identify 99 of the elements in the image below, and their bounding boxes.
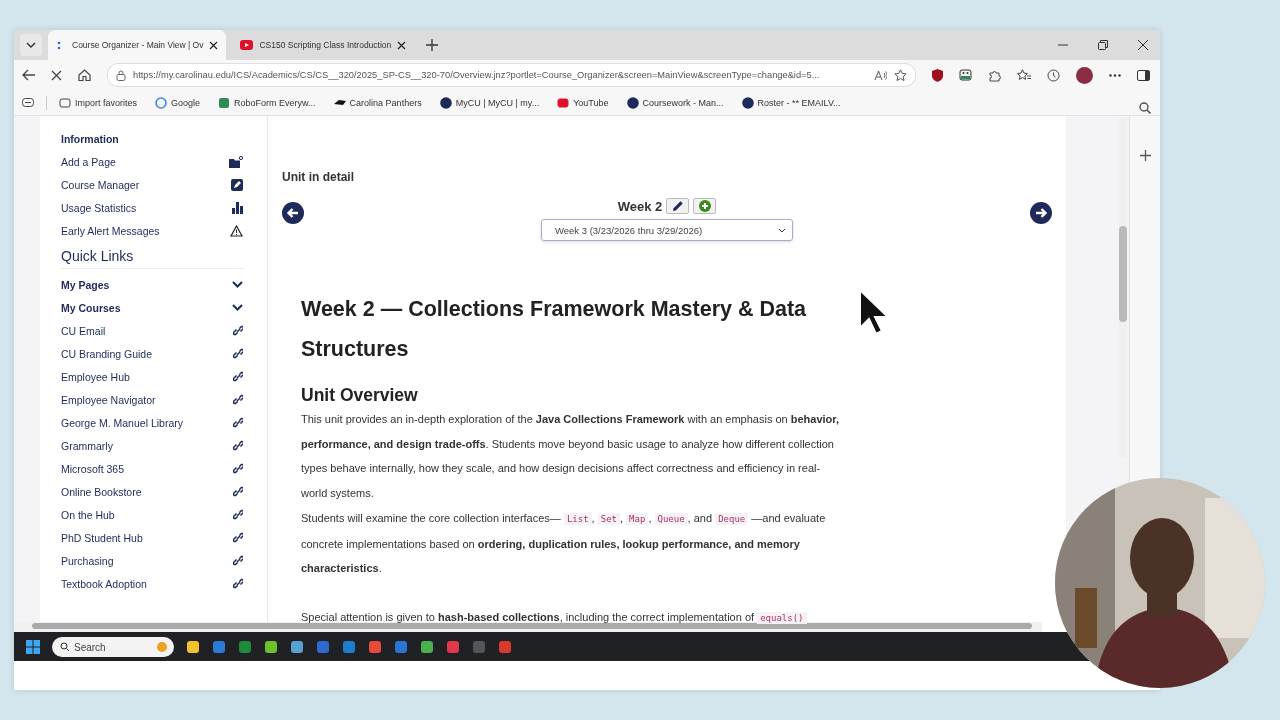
paragraph: Special attention is given to hash-based collections, including the correct implementation of equals() (301, 604, 846, 631)
edit-button[interactable] (666, 198, 690, 214)
pencil-icon (671, 200, 684, 212)
read-aloud-icon[interactable] (874, 69, 887, 81)
close-icon[interactable] (1138, 40, 1148, 50)
link-icon (233, 394, 243, 405)
quick-links-title: Quick Links (61, 248, 245, 269)
section-title: Unit in detail (282, 170, 355, 184)
close-icon[interactable] (209, 40, 219, 50)
app-icon[interactable] (186, 639, 200, 654)
bookmark-link[interactable]: Coursework - Man... (626, 96, 724, 109)
bookmark-link[interactable]: Google (155, 96, 201, 109)
sidebar-toggle-icon[interactable] (1137, 69, 1150, 81)
sidebar-link[interactable]: On the Hub (61, 508, 115, 521)
close-icon[interactable] (397, 40, 407, 50)
link-icon (233, 348, 243, 359)
browser-tab[interactable]: Course Organizer - Main View | Ov (48, 30, 227, 60)
sidebar-link[interactable]: CU Branding Guide (61, 347, 153, 360)
history-icon[interactable] (1047, 68, 1060, 82)
plus-circle-icon (698, 200, 711, 212)
tab-title: CS150 Scripting Class Introduction (259, 40, 392, 50)
edit-icon (231, 178, 243, 191)
paragraph: Students will examine the core collection interfaces— List , Set , Map , Queue , and Deque —and evaluate concrete implementations based on ordering, duplication rules, lookup performance, and memory characteristics. (301, 510, 827, 577)
browser-tab[interactable]: CS150 Scripting Class Introduction (232, 30, 415, 60)
unit-heading: Week 2 — Collections Framework Mastery & Data Structures (301, 296, 808, 363)
plus-icon[interactable] (1139, 150, 1151, 161)
sidebar-group[interactable]: My Pages (61, 278, 110, 291)
search-icon[interactable] (1139, 102, 1151, 114)
sidebar-link[interactable]: Usage Statistics (61, 201, 137, 214)
bookmark-link[interactable]: Carolina Panthers (333, 96, 422, 109)
unit-subheading: Unit Overview (301, 384, 419, 407)
sidebar-link[interactable]: PhD Student Hub (61, 531, 143, 544)
bookmark-link[interactable]: MyCU | MyCU | my... (439, 96, 540, 109)
favorites-icon[interactable] (1017, 69, 1031, 81)
bookmark-link[interactable]: Roster - ** EMAILV... (741, 96, 841, 109)
sidebar-link[interactable]: CU Email (61, 324, 106, 337)
link-icon (233, 555, 243, 566)
bookmark-link[interactable]: Import favorites (59, 96, 138, 109)
app-icon[interactable] (420, 639, 434, 654)
sidebar-link[interactable]: Course Manager (61, 178, 140, 191)
warning-icon (230, 224, 243, 237)
sidebar-link[interactable]: Purchasing (61, 554, 114, 567)
link-icon (233, 417, 243, 428)
taskbar-search-field[interactable]: Search (52, 637, 174, 657)
sidebar-group[interactable]: My Courses (61, 301, 121, 314)
profile-avatar[interactable] (1076, 66, 1093, 84)
app-icon[interactable] (264, 639, 278, 654)
week-label: Week 2 (617, 198, 663, 214)
url-text: https://my.carolinau.edu/ICS/Academics/CS/CS__320/2025_SP-CS__320-70/Overview.jnz?portlet=Course_Organizer&screen=MainView&screenType=change&id=5... (133, 70, 821, 80)
sidebar-link[interactable]: Add a Page (61, 155, 116, 168)
sidebar-link[interactable]: Online Bookstore (61, 485, 142, 498)
link-icon (233, 440, 243, 451)
restore-icon[interactable] (1098, 40, 1108, 50)
more-icon[interactable] (1109, 73, 1121, 77)
bookmark-link[interactable]: RoboForm Everyw... (218, 96, 316, 109)
link-icon (233, 509, 243, 520)
new-tab-icon[interactable] (426, 39, 439, 51)
lock-icon (116, 69, 126, 81)
expand-icon[interactable] (232, 281, 243, 288)
caret-icon (778, 227, 786, 233)
sidebar-link[interactable]: Grammarly (61, 439, 113, 452)
link-icon (233, 578, 243, 589)
caret-icon (26, 42, 36, 48)
link-icon (233, 463, 243, 474)
link-icon (233, 371, 243, 382)
link-icon (233, 486, 243, 497)
week-dropdown[interactable]: Week 3 (3/23/2026 thru 3/29/2026) (541, 219, 793, 241)
home-icon[interactable] (78, 69, 91, 81)
tab-list-button[interactable] (20, 34, 42, 56)
shield-icon[interactable] (932, 68, 943, 82)
star-icon[interactable] (894, 69, 907, 81)
scrollbar[interactable] (14, 622, 1042, 632)
puzzle-icon[interactable] (988, 68, 1001, 82)
sidebar-link[interactable]: Early Alert Messages (61, 224, 160, 237)
sidebar-link[interactable]: Employee Navigator (61, 393, 156, 406)
search-icon (60, 641, 70, 652)
expand-icon[interactable] (232, 304, 243, 311)
sidebar-link[interactable]: George M. Manuel Library (61, 416, 183, 429)
app-icon[interactable] (342, 639, 356, 654)
app-icon[interactable] (368, 639, 382, 654)
scrollbar[interactable] (1119, 118, 1127, 458)
add-button[interactable] (693, 198, 717, 214)
collections-icon[interactable] (22, 98, 34, 107)
tab-title: Course Organizer - Main View | Ov (72, 40, 204, 50)
sidebar-link[interactable]: Employee Hub (61, 370, 130, 383)
folder-plus-icon (229, 155, 243, 168)
link-icon (233, 532, 243, 543)
stop-icon[interactable] (51, 69, 62, 81)
bar-chart-icon (232, 201, 243, 214)
address-bar[interactable]: https://my.carolinau.edu/ICS/Academics/CS/CS__320/2025_SP-CS__320-70/Overview.jnz?portlet=Course_Organizer&screen=MainView&screenType=change&id=5... (107, 63, 916, 87)
sidebar-link[interactable]: Textbook Adoption (61, 577, 147, 590)
sidebar-link[interactable]: Microsoft 365 (61, 462, 125, 475)
back-icon[interactable] (22, 69, 35, 81)
sidebar-heading: Information (61, 132, 120, 147)
link-icon (233, 325, 243, 336)
start-icon[interactable] (26, 639, 40, 654)
bookmark-link[interactable]: YouTube (557, 96, 609, 109)
paragraph: This unit provides an in-depth exploration of the Java Collections Framework with an emphasis on behavior, performance, and design trade-offs. Students move beyond basic usage to analyze how different collection types behave internally, how they scale, and how design decisions affect correctness and efficiency in real-world systems. (301, 412, 841, 502)
app-icon[interactable] (290, 639, 304, 654)
